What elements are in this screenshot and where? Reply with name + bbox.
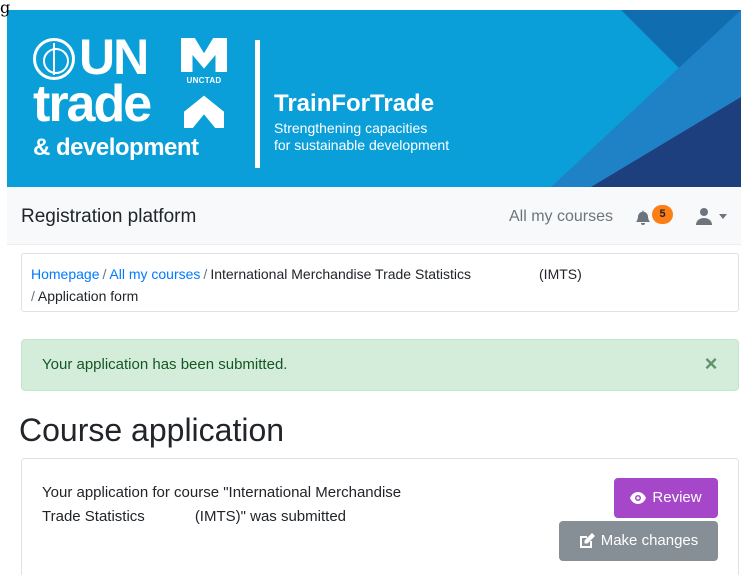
alert-message: Your application has been submitted.	[42, 356, 288, 373]
page-title: Course application	[19, 412, 285, 448]
unctad-arrow-icon	[184, 95, 224, 128]
unctad-label: UNCTAD	[186, 76, 222, 85]
application-status-line2: Trade Statistics (IMTS)" was submitted	[42, 505, 482, 529]
program-subtitle-line2: for sustainable development	[274, 137, 450, 153]
application-status-text: Your application for course "Internation…	[42, 481, 482, 529]
breadcrumb-courses-link[interactable]: All my courses	[109, 266, 200, 282]
review-label: Review	[652, 489, 702, 506]
success-alert: Your application has been submitted. ×	[21, 339, 739, 391]
breadcrumb-home-link[interactable]: Homepage	[31, 266, 100, 282]
breadcrumb-separator: /	[203, 266, 208, 282]
notification-count-badge[interactable]: 5	[652, 205, 673, 224]
unctad-m-icon	[181, 38, 227, 72]
un-trade-development-logo: UN trade & development UNCTAD	[31, 32, 231, 174]
un-emblem-icon	[33, 38, 75, 80]
top-navbar: Registration platform All my courses 5	[7, 187, 741, 245]
breadcrumb-separator: /	[31, 288, 35, 304]
make-changes-label: Make changes	[600, 532, 699, 549]
navbar-brand[interactable]: Registration platform	[21, 206, 196, 228]
breadcrumb: Homepage / All my courses / International Me…	[21, 253, 739, 312]
corner-glyph: g	[0, 0, 11, 17]
close-icon[interactable]: ×	[700, 353, 722, 375]
application-course-code: (IMTS)" was submitted	[194, 508, 346, 525]
breadcrumb-current: Application form	[37, 288, 139, 304]
application-card: Your application for course "Internation…	[21, 458, 739, 575]
banner-divider	[255, 40, 260, 168]
unctad-emblem: UNCTAD	[181, 38, 227, 134]
header-banner: UN trade & development UNCTAD TrainForTr…	[7, 10, 741, 187]
caret-down-icon[interactable]	[719, 214, 727, 219]
edit-icon	[579, 533, 595, 549]
breadcrumb-separator: /	[102, 266, 107, 282]
banner-shape-3	[591, 97, 741, 187]
bell-icon[interactable]	[635, 209, 651, 225]
user-icon[interactable]	[696, 207, 712, 225]
breadcrumb-course: International Merchandise Trade Statisti…	[210, 266, 472, 282]
application-course-name: Trade Statistics	[42, 508, 145, 525]
program-title: TrainForTrade	[274, 90, 435, 117]
review-button[interactable]: Review	[614, 478, 718, 518]
program-subtitle-line1: Strengthening capacities	[274, 120, 428, 136]
application-status-line1: Your application for course "Internation…	[42, 484, 402, 501]
make-changes-button[interactable]: Make changes	[559, 521, 718, 561]
eye-icon	[630, 492, 647, 505]
program-subtitle: Strengthening capacities for sustainable…	[274, 120, 574, 154]
nav-all-my-courses-link[interactable]: All my courses	[509, 208, 613, 226]
breadcrumb-course-code: (IMTS)	[539, 266, 582, 282]
logo-development-text: & development	[33, 134, 199, 161]
logo-trade-text: trade	[33, 75, 152, 133]
